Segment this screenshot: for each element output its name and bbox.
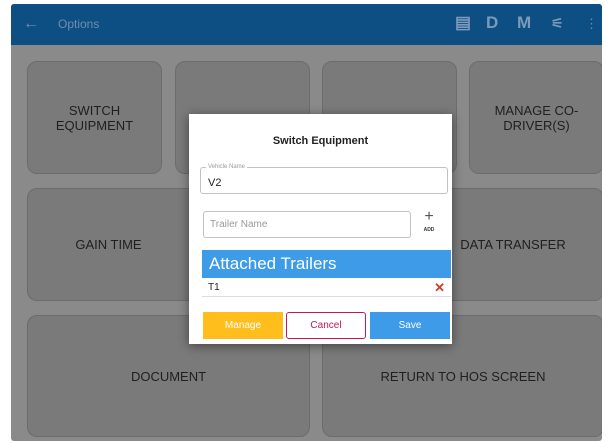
plus-icon: +: [424, 208, 434, 225]
list-item: T1 ✕: [202, 279, 451, 297]
manage-button[interactable]: Manage: [203, 312, 283, 339]
add-trailer-button[interactable]: + ADD: [415, 209, 443, 239]
vehicle-name-field[interactable]: Vehicle Name V2: [200, 163, 448, 194]
vehicle-name-value: V2: [208, 177, 222, 189]
dialog-title: Switch Equipment: [272, 135, 369, 147]
trailer-name-input[interactable]: [203, 211, 411, 238]
vehicle-name-label: Vehicle Name: [206, 163, 248, 172]
save-button[interactable]: Save: [370, 312, 450, 339]
attached-trailers-header: Attached Trailers: [202, 250, 451, 278]
cancel-button[interactable]: Cancel: [286, 312, 366, 339]
remove-trailer-icon[interactable]: ✕: [434, 280, 445, 296]
add-label: ADD: [423, 227, 435, 233]
app-screen: ← Options ▤ D M ⚟ ⋮ SWITCH EQUIPMENT MAN…: [11, 4, 602, 441]
switch-equipment-dialog: Switch Equipment Vehicle Name V2 + ADD A…: [189, 114, 452, 344]
trailer-name: T1: [208, 282, 220, 293]
